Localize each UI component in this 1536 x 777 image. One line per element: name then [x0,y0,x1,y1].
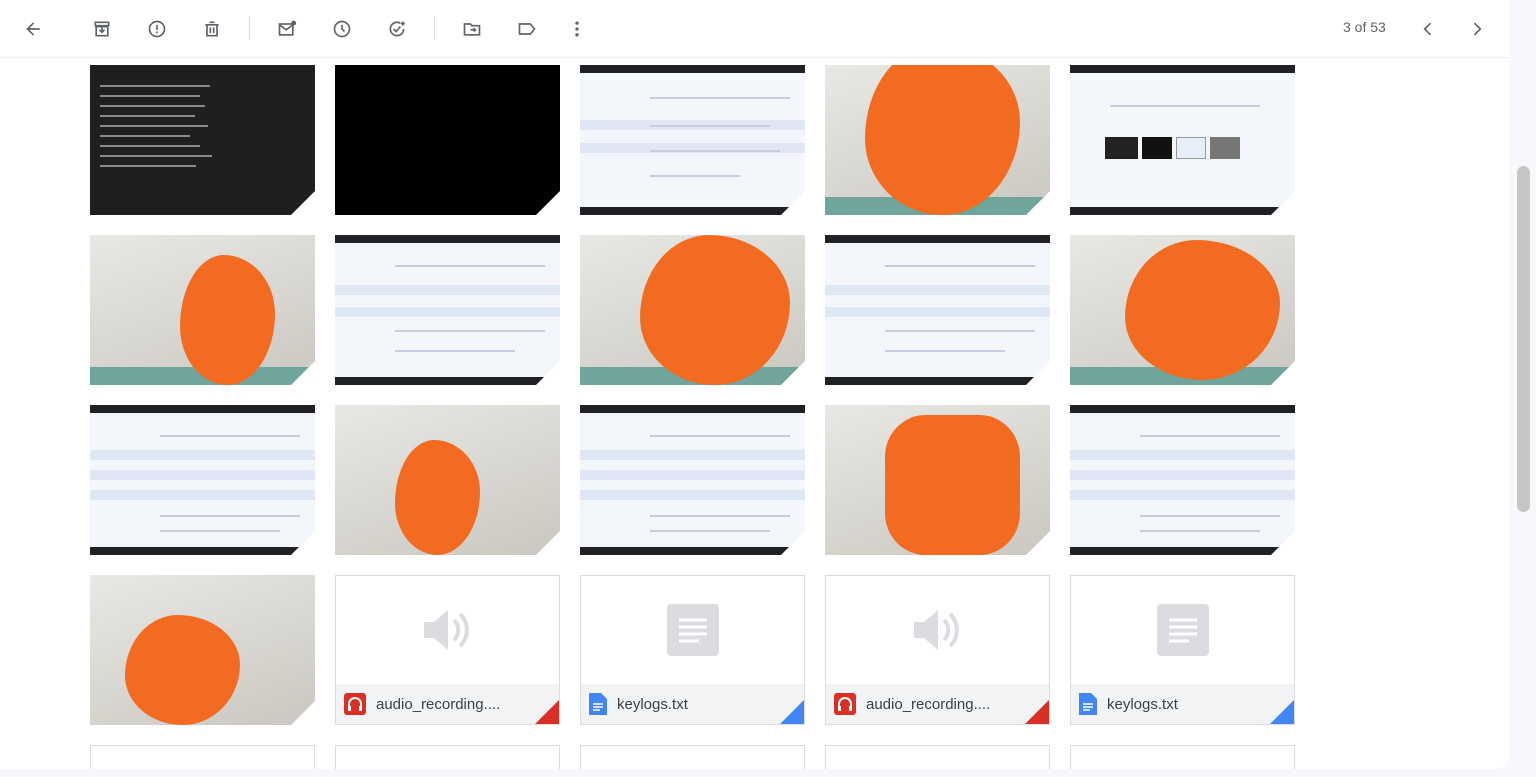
attachment-thumbnail[interactable] [1070,235,1295,385]
attachment-thumbnail[interactable] [580,405,805,555]
add-task-button[interactable] [378,10,416,48]
attachment-thumbnail[interactable] [825,405,1050,555]
attachment-audio[interactable]: audio_recording.... [825,575,1050,725]
attachment-thumbnail[interactable] [335,745,560,769]
doc-icon [589,693,607,715]
label-button[interactable] [508,10,546,48]
attachment-thumbnail[interactable] [1070,745,1295,769]
attachment-thumbnail[interactable] [335,405,560,555]
attachment-thumbnail[interactable] [335,235,560,385]
attachment-thumbnail[interactable] [580,235,805,385]
attachment-thumbnail[interactable] [90,235,315,385]
doc-lines-icon [666,604,719,656]
attachment-thumbnail[interactable] [1070,65,1295,215]
folder-move-icon [463,23,481,36]
label-icon [518,23,536,35]
snooze-button[interactable] [323,10,361,48]
older-button[interactable] [1458,10,1496,48]
attachment-thumbnail[interactable] [825,745,1050,769]
attachment-thumbnail[interactable] [825,65,1050,215]
arrow-left-icon [26,22,40,36]
doc-icon [1079,693,1097,715]
doc-lines-icon [1156,604,1209,656]
chevron-right-icon [1473,22,1482,36]
delete-button[interactable] [193,10,231,48]
report-spam-button[interactable] [138,10,176,48]
message-toolbar: 3 of 53 [0,0,1509,58]
attachment-filename: audio_recording.... [866,695,991,713]
report-icon [148,20,166,38]
clock-icon [333,20,351,38]
trash-icon [205,21,219,37]
attachment-thumbnail[interactable] [90,575,315,725]
attachment-audio[interactable]: audio_recording.... [335,575,560,725]
headphones-icon [344,693,366,715]
mark-unread-button[interactable] [268,10,306,48]
archive-button[interactable] [83,10,121,48]
newer-button[interactable] [1409,10,1447,48]
message-view: 3 of 53 audio_recording.... keylogs.txt … [0,0,1509,769]
add-task-icon [389,21,405,37]
attachment-thumbnail[interactable] [825,235,1050,385]
back-button[interactable] [14,10,52,48]
attachment-text[interactable]: keylogs.txt [1070,575,1295,725]
attachment-thumbnail[interactable] [90,405,315,555]
more-button[interactable] [558,10,596,48]
pager-count: 3 of 53 [1343,19,1386,35]
attachment-thumbnail[interactable] [90,745,315,769]
attachment-thumbnail[interactable] [580,745,805,769]
mail-unread-icon [278,20,297,36]
attachment-thumbnail[interactable] [580,65,805,215]
attachment-thumbnail[interactable] [90,65,315,215]
scrollbar-thumb[interactable] [1517,166,1530,512]
attachment-filename: keylogs.txt [1107,695,1178,713]
attachment-thumbnail[interactable] [335,65,560,215]
speaker-icon [423,610,469,650]
move-to-button[interactable] [453,10,491,48]
archive-icon [94,21,110,37]
attachment-filename: keylogs.txt [617,695,688,713]
attachment-thumbnail[interactable] [1070,405,1295,555]
toolbar-divider [249,16,250,40]
toolbar-divider [434,16,435,40]
attachment-filename: audio_recording.... [376,695,501,713]
headphones-icon [834,693,856,715]
more-vert-icon [575,21,579,37]
speaker-icon [913,610,959,650]
chevron-left-icon [1423,22,1432,36]
attachment-text[interactable]: keylogs.txt [580,575,805,725]
